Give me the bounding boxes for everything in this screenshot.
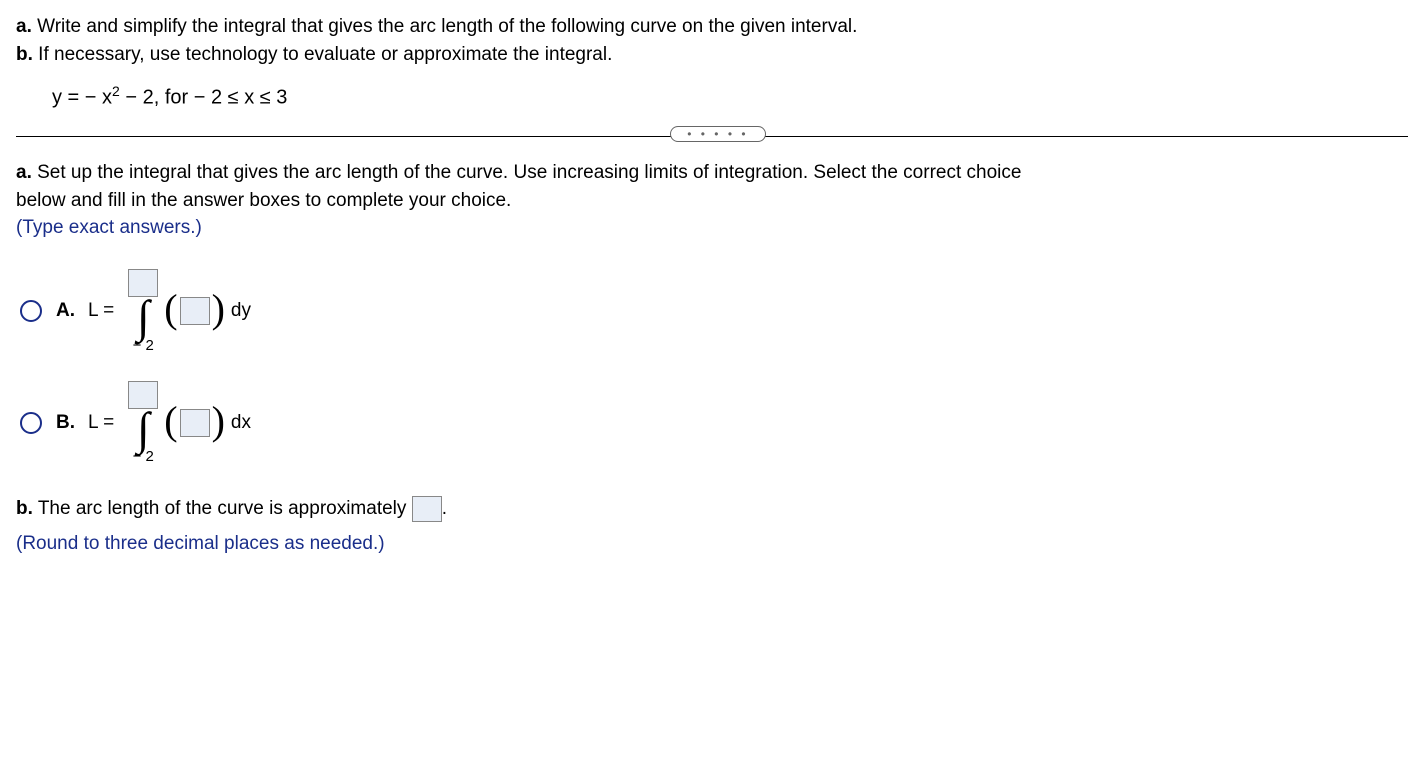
choice-b-L: L = [88,412,114,434]
prompt-a-text: Write and simplify the integral that giv… [32,16,858,37]
eq-lhs: y = − x [52,87,112,109]
choices-group: A. L = ∫ − 2 ( ) dy B. L = ∫ − 2 ( [16,269,1408,465]
choice-a-equation: L = ∫ − 2 ( ) dy [88,269,251,353]
choice-a-row: A. L = ∫ − 2 ( ) dy [20,269,1408,353]
section-a-text1: Set up the integral that gives the arc l… [32,162,1022,183]
prompt-b-text: If necessary, use technology to evaluate… [33,44,612,65]
choice-a-integrand-input[interactable] [180,297,210,325]
choice-b-integrand-input[interactable] [180,409,210,437]
rparen-icon: ) [212,297,225,321]
choice-b-dvar: dx [231,412,251,434]
equation: y = − x2 − 2, for − 2 ≤ x ≤ 3 [52,83,1408,110]
section-b-line: b. The arc length of the curve is approx… [16,492,1408,526]
section-a-hint: (Type exact answers.) [16,215,1408,241]
integral-icon: ∫ [137,411,150,448]
section-b-period: . [442,498,447,519]
choice-a-L: L = [88,300,114,322]
choice-a-lower-limit: − 2 [133,338,154,353]
section-b: b. The arc length of the curve is approx… [16,492,1408,560]
section-a-line2: below and fill in the answer boxes to co… [16,188,1408,214]
radio-b[interactable] [20,412,42,434]
lparen-icon: ( [164,409,177,433]
radio-a[interactable] [20,300,42,322]
choice-b-row: B. L = ∫ − 2 ( ) dx [20,381,1408,465]
divider: • • • • • [16,126,1408,146]
prompt-a-label: a. [16,16,32,37]
eq-rhs: − 2, for − 2 ≤ x ≤ 3 [120,87,288,109]
choice-a-integral: ∫ − 2 [128,269,158,353]
prompt-line-a: a. Write and simplify the integral that … [16,14,1408,40]
integral-icon: ∫ [137,299,150,336]
section-a-line1: a. Set up the integral that gives the ar… [16,160,1408,186]
section-b-text: The arc length of the curve is approxima… [33,498,412,519]
section-b-hint: (Round to three decimal places as needed… [16,527,1408,561]
arc-length-answer-input[interactable] [412,496,442,522]
rparen-icon: ) [212,409,225,433]
prompt-line-b: b. If necessary, use technology to evalu… [16,42,1408,68]
choice-a-dvar: dy [231,300,251,322]
choice-b-lower-limit: − 2 [133,449,154,464]
section-a-label: a. [16,162,32,183]
choice-b-integral: ∫ − 2 [128,381,158,465]
choice-b-letter: B. [56,412,78,434]
prompt-b-label: b. [16,44,33,65]
choice-b-equation: L = ∫ − 2 ( ) dx [88,381,251,465]
drag-handle[interactable]: • • • • • [670,126,765,142]
eq-exp: 2 [112,83,120,99]
lparen-icon: ( [164,297,177,321]
choice-a-letter: A. [56,300,78,322]
section-b-label: b. [16,498,33,519]
